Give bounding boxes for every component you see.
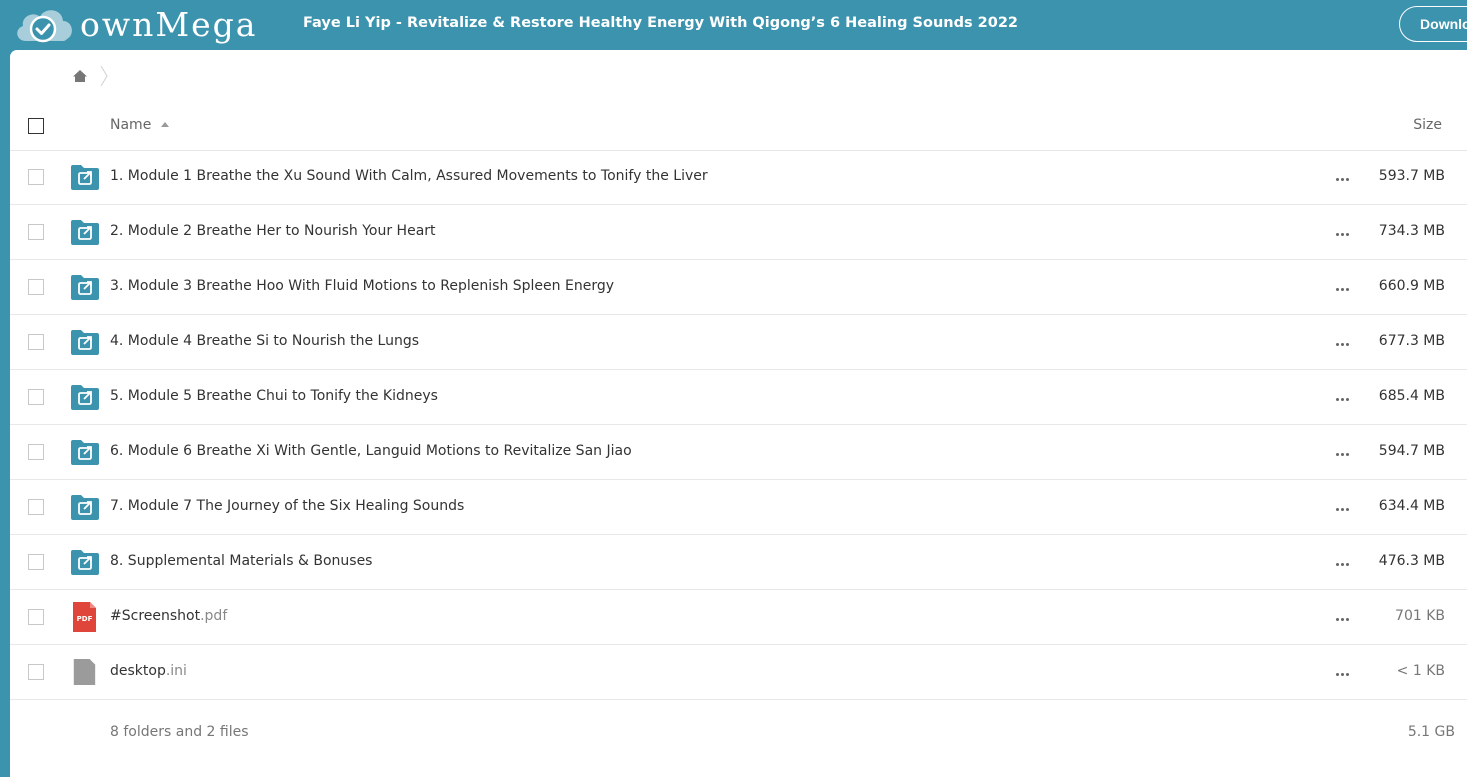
- file-name[interactable]: 3. Module 3 Breathe Hoo With Fluid Motio…: [110, 278, 614, 294]
- file-name[interactable]: desktop.ini: [110, 663, 187, 679]
- file-name[interactable]: 8. Supplemental Materials & Bonuses: [110, 553, 372, 569]
- shared-folder-icon: [71, 439, 99, 465]
- file-name-base: 8. Supplemental Materials & Bonuses: [110, 553, 373, 569]
- file-name-base: 7. Module 7 The Journey of the Six Heali…: [110, 498, 465, 514]
- shared-folder-icon: [71, 164, 99, 190]
- summary-total-size: 5.1 GB: [1407, 724, 1455, 740]
- file-size: 701 KB: [1395, 608, 1445, 624]
- row-checkbox[interactable]: [28, 609, 44, 625]
- file-browser-panel: Name Size 1. Module 1 Breathe the Xu Sou…: [10, 50, 1467, 777]
- table-row[interactable]: 7. Module 7 The Journey of the Six Heali…: [10, 480, 1467, 535]
- generic-file-icon: [71, 659, 99, 686]
- summary-count: 8 folders and 2 files: [110, 724, 249, 740]
- pdf-file-icon: PDF: [71, 602, 99, 632]
- file-name-base: 3. Module 3 Breathe Hoo With Fluid Motio…: [110, 278, 614, 294]
- shared-folder-icon: [71, 494, 99, 520]
- file-name-base: desktop: [110, 663, 166, 679]
- file-name[interactable]: 7. Module 7 The Journey of the Six Heali…: [110, 498, 464, 514]
- more-options-icon[interactable]: [1336, 664, 1356, 678]
- sort-ascending-icon: [161, 122, 170, 127]
- more-options-icon[interactable]: [1336, 499, 1356, 513]
- file-extension: .ini: [165, 663, 187, 679]
- download-button[interactable]: Download: [1399, 6, 1467, 42]
- row-checkbox[interactable]: [28, 444, 44, 460]
- name-column-header[interactable]: Name: [110, 117, 170, 133]
- file-name-base: #Screenshot: [110, 608, 201, 624]
- file-name-base: 2. Module 2 Breathe Her to Nourish Your …: [110, 223, 436, 239]
- file-size: 634.4 MB: [1378, 498, 1445, 514]
- file-name[interactable]: 6. Module 6 Breathe Xi With Gentle, Lang…: [110, 443, 632, 459]
- breadcrumb: [72, 64, 108, 88]
- table-row[interactable]: 6. Module 6 Breathe Xi With Gentle, Lang…: [10, 425, 1467, 480]
- file-name[interactable]: 5. Module 5 Breathe Chui to Tonify the K…: [110, 388, 438, 404]
- file-extension: .pdf: [200, 608, 228, 624]
- file-size: 677.3 MB: [1378, 333, 1445, 349]
- logo-text: ownMega: [80, 5, 258, 44]
- home-icon[interactable]: [72, 68, 88, 84]
- more-options-icon[interactable]: [1336, 444, 1356, 458]
- file-list: 1. Module 1 Breathe the Xu Sound With Ca…: [10, 150, 1467, 700]
- page-title: Faye Li Yip - Revitalize & Restore Healt…: [303, 15, 1019, 31]
- more-options-icon[interactable]: [1336, 554, 1356, 568]
- cloud-check-logo-icon: [17, 10, 72, 43]
- file-name[interactable]: 1. Module 1 Breathe the Xu Sound With Ca…: [110, 168, 708, 184]
- file-name-base: 6. Module 6 Breathe Xi With Gentle, Lang…: [110, 443, 632, 459]
- logo[interactable]: ownMega: [12, 3, 258, 47]
- shared-folder-icon: [71, 549, 99, 575]
- table-row[interactable]: 1. Module 1 Breathe the Xu Sound With Ca…: [10, 150, 1467, 205]
- more-options-icon[interactable]: [1336, 389, 1356, 403]
- table-row[interactable]: 5. Module 5 Breathe Chui to Tonify the K…: [10, 370, 1467, 425]
- row-checkbox[interactable]: [28, 224, 44, 240]
- file-size: 685.4 MB: [1378, 388, 1445, 404]
- shared-folder-icon: [71, 329, 99, 355]
- shared-folder-icon: [71, 274, 99, 300]
- file-name-base: 5. Module 5 Breathe Chui to Tonify the K…: [110, 388, 438, 404]
- file-size: 593.7 MB: [1378, 168, 1445, 184]
- file-name-base: 1. Module 1 Breathe the Xu Sound With Ca…: [110, 168, 708, 184]
- row-checkbox[interactable]: [28, 169, 44, 185]
- table-row[interactable]: 2. Module 2 Breathe Her to Nourish Your …: [10, 205, 1467, 260]
- file-size: 594.7 MB: [1378, 443, 1445, 459]
- table-row[interactable]: 4. Module 4 Breathe Si to Nourish the Lu…: [10, 315, 1467, 370]
- top-bar: ownMega Faye Li Yip - Revitalize & Resto…: [0, 0, 1467, 50]
- row-checkbox[interactable]: [28, 334, 44, 350]
- size-column-header[interactable]: Size: [1413, 117, 1442, 133]
- row-checkbox[interactable]: [28, 499, 44, 515]
- file-name[interactable]: #Screenshot.pdf: [110, 608, 227, 624]
- pdf-badge-label: PDF: [77, 615, 93, 623]
- table-row[interactable]: PDF #Screenshot.pdf 701 KB: [10, 590, 1467, 645]
- file-name[interactable]: 2. Module 2 Breathe Her to Nourish Your …: [110, 223, 436, 239]
- file-size: 660.9 MB: [1378, 278, 1445, 294]
- chevron-right-icon: [100, 65, 108, 87]
- more-options-icon[interactable]: [1336, 609, 1356, 623]
- file-size: 476.3 MB: [1378, 553, 1445, 569]
- table-row[interactable]: desktop.ini < 1 KB: [10, 645, 1467, 700]
- shared-folder-icon: [71, 384, 99, 410]
- table-header: Name Size: [10, 114, 1467, 151]
- row-checkbox[interactable]: [28, 554, 44, 570]
- file-size: < 1 KB: [1396, 663, 1445, 679]
- table-row[interactable]: 8. Supplemental Materials & Bonuses 476.3…: [10, 535, 1467, 590]
- shared-folder-icon: [71, 219, 99, 245]
- file-name-base: 4. Module 4 Breathe Si to Nourish the Lu…: [110, 333, 420, 349]
- more-options-icon[interactable]: [1336, 334, 1356, 348]
- row-checkbox[interactable]: [28, 279, 44, 295]
- more-options-icon[interactable]: [1336, 224, 1356, 238]
- more-options-icon[interactable]: [1336, 279, 1356, 293]
- file-size: 734.3 MB: [1378, 223, 1445, 239]
- select-all-checkbox[interactable]: [28, 118, 44, 134]
- row-checkbox[interactable]: [28, 389, 44, 405]
- file-name[interactable]: 4. Module 4 Breathe Si to Nourish the Lu…: [110, 333, 419, 349]
- more-options-icon[interactable]: [1336, 169, 1356, 183]
- row-checkbox[interactable]: [28, 664, 44, 680]
- table-row[interactable]: 3. Module 3 Breathe Hoo With Fluid Motio…: [10, 260, 1467, 315]
